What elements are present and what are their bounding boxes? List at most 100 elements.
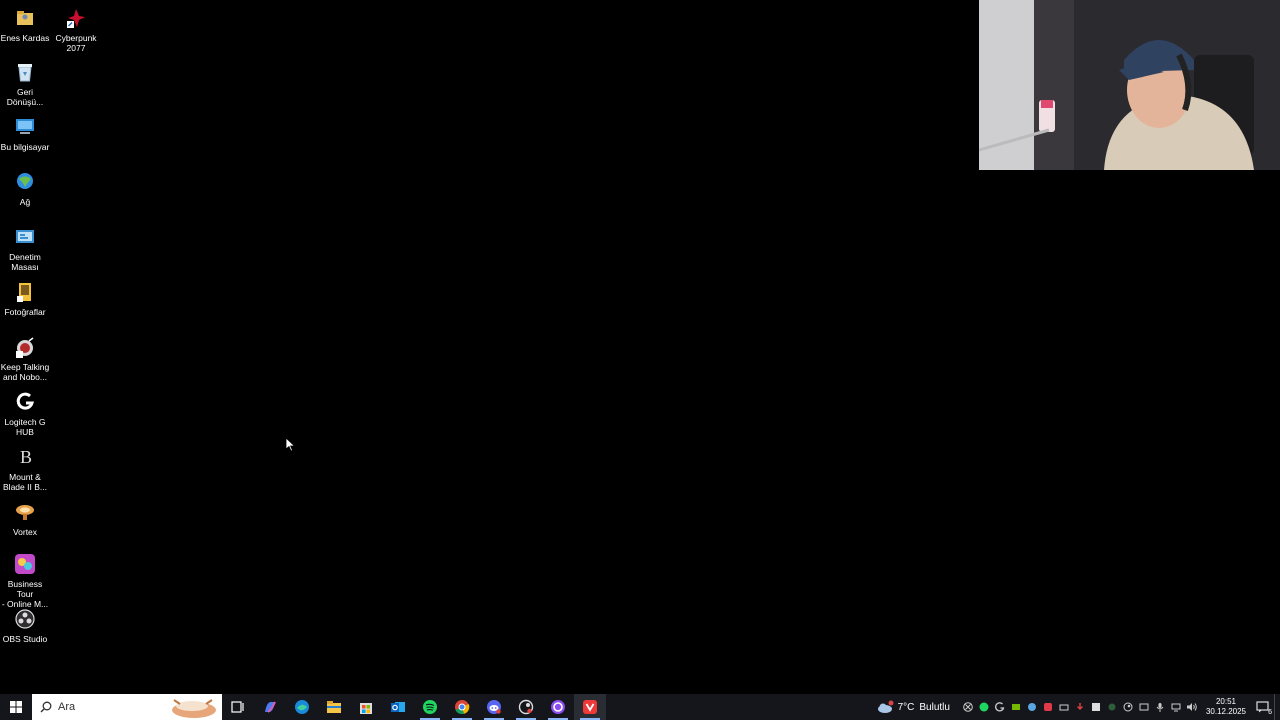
chrome-icon	[455, 700, 470, 715]
taskbar-vivaldi[interactable]	[574, 694, 606, 720]
tray-nvidia[interactable]	[1008, 694, 1024, 720]
file-explorer-icon	[327, 701, 341, 713]
desktop-icon-logitech[interactable]: Logitech G HUB	[0, 386, 50, 437]
search-box[interactable]: Ara	[32, 694, 222, 720]
search-highlight-image-icon	[162, 694, 222, 720]
edge-icon	[295, 700, 309, 714]
taskbar-app-steam[interactable]	[510, 694, 542, 720]
spotify-icon	[423, 700, 437, 714]
app-tray-icon	[1027, 703, 1036, 711]
taskbar-chrome[interactable]	[446, 694, 478, 720]
taskbar-edge[interactable]	[286, 694, 318, 720]
notification-badge: 6	[1268, 709, 1272, 716]
desktop-icon-recycle-bin[interactable]: Geri Dönüşü...	[0, 56, 50, 107]
taskbar-copilot[interactable]	[254, 694, 286, 720]
network-tray-icon	[1171, 703, 1181, 712]
mouse-cursor-icon	[285, 437, 296, 457]
vivaldi-icon	[583, 700, 597, 714]
bannerlord-icon: B	[13, 445, 37, 469]
weather-temp: 7°C	[897, 701, 915, 713]
computer-icon	[13, 115, 37, 139]
desktop-icon-keep-talking[interactable]: Keep Talking and Nobo...	[0, 331, 50, 382]
taskbar-clock[interactable]: 20:51 30.12.2025	[1206, 697, 1246, 717]
steam-like-icon	[518, 699, 534, 715]
taskbar-circle-app[interactable]	[542, 694, 574, 720]
obs-icon	[13, 607, 37, 631]
desktop-icon-photos[interactable]: Fotoğraflar	[0, 276, 50, 317]
tray-xbox[interactable]	[960, 694, 976, 720]
photos-icon	[13, 280, 37, 304]
desktop-icon-label: OBS Studio	[2, 634, 48, 644]
desktop-icon-business-tour[interactable]: Business Tour - Online M...	[0, 548, 50, 609]
discord-icon	[487, 700, 501, 714]
start-button[interactable]	[0, 694, 32, 720]
notification-center[interactable]: 6	[1252, 694, 1274, 720]
desktop-icon-label: Denetim Masası	[9, 252, 41, 272]
tray-microphone[interactable]	[1152, 694, 1168, 720]
tray-record[interactable]	[1040, 694, 1056, 720]
keyboard-icon	[1059, 704, 1069, 711]
search-placeholder: Ara	[58, 701, 76, 713]
desktop-icon-bannerlord[interactable]: B Mount & Blade II B...	[0, 441, 50, 492]
grid-tray-icon	[1091, 703, 1100, 711]
recycle-bin-icon	[13, 60, 37, 84]
desktop-icon-cyberpunk[interactable]: Cyberpunk 2077	[51, 2, 101, 53]
folder-user-icon	[13, 6, 37, 30]
record-icon	[1043, 703, 1052, 711]
tray-logitech[interactable]	[992, 694, 1008, 720]
desktop-icon-vortex[interactable]: Vortex	[0, 496, 50, 537]
monitor-tray-icon	[1139, 703, 1149, 711]
desktop-icon-control-panel[interactable]: Denetim Masası	[0, 221, 50, 272]
outlook-icon	[391, 702, 405, 712]
taskbar-file-explorer[interactable]	[318, 694, 350, 720]
desktop-icon-enes-kardas[interactable]: Enes Kardas	[0, 2, 50, 43]
desktop-icon-network[interactable]: Ağ	[0, 166, 50, 207]
tray-steam[interactable]	[1120, 694, 1136, 720]
system-tray: 7°C Bulutlu 20:51 30.12.2025 6	[876, 694, 1280, 720]
weather-widget[interactable]: 7°C Bulutlu	[876, 700, 950, 714]
desktop-icon-label: Fotoğraflar	[4, 307, 46, 317]
weather-desc: Bulutlu	[919, 701, 950, 713]
cloudy-weather-icon	[877, 700, 894, 713]
show-desktop-button[interactable]	[1274, 694, 1280, 720]
tray-app-2[interactable]	[1088, 694, 1104, 720]
taskbar-discord[interactable]	[478, 694, 510, 720]
xbox-icon	[963, 702, 973, 712]
webcam-overlay	[979, 0, 1280, 170]
business-tour-icon	[13, 552, 37, 576]
desktop-icon-label: Keep Talking and Nobo...	[0, 362, 50, 382]
tray-network[interactable]	[1168, 694, 1184, 720]
steam-tray-icon	[1123, 702, 1133, 712]
download-icon	[1076, 703, 1083, 710]
desktop-icon-obs[interactable]: OBS Studio	[0, 603, 50, 644]
desktop-icon-label: Mount & Blade II B...	[3, 472, 47, 492]
store-icon	[360, 703, 372, 714]
keep-talking-icon	[13, 335, 37, 359]
logitech-icon	[13, 390, 37, 414]
tray-app[interactable]	[1024, 694, 1040, 720]
tray-download[interactable]	[1072, 694, 1088, 720]
tray-keyboard[interactable]	[1056, 694, 1072, 720]
dot-tray-icon	[1108, 703, 1116, 711]
desktop-icon-label: Bu bilgisayar	[0, 142, 50, 152]
taskbar-outlook[interactable]	[382, 694, 414, 720]
taskbar-store[interactable]	[350, 694, 382, 720]
volume-icon	[1186, 703, 1197, 711]
spotify-tray-icon	[979, 702, 989, 712]
tray-app-3[interactable]	[1104, 694, 1120, 720]
tray-app-4[interactable]	[1136, 694, 1152, 720]
copilot-icon	[265, 701, 276, 713]
circle-app-icon	[551, 700, 565, 714]
tray-volume[interactable]	[1184, 694, 1200, 720]
clock-time: 20:51	[1215, 697, 1236, 706]
windows-icon	[10, 701, 22, 713]
logitech-tray-icon	[994, 702, 1005, 712]
desktop-icon-label: Enes Kardas	[0, 33, 50, 43]
network-icon	[13, 170, 37, 194]
taskbar-spotify[interactable]	[414, 694, 446, 720]
desktop-icon-this-pc[interactable]: Bu bilgisayar	[0, 111, 50, 152]
task-view-button[interactable]	[222, 694, 254, 720]
task-view-icon	[231, 701, 244, 713]
control-panel-icon	[13, 225, 37, 249]
tray-spotify[interactable]	[976, 694, 992, 720]
